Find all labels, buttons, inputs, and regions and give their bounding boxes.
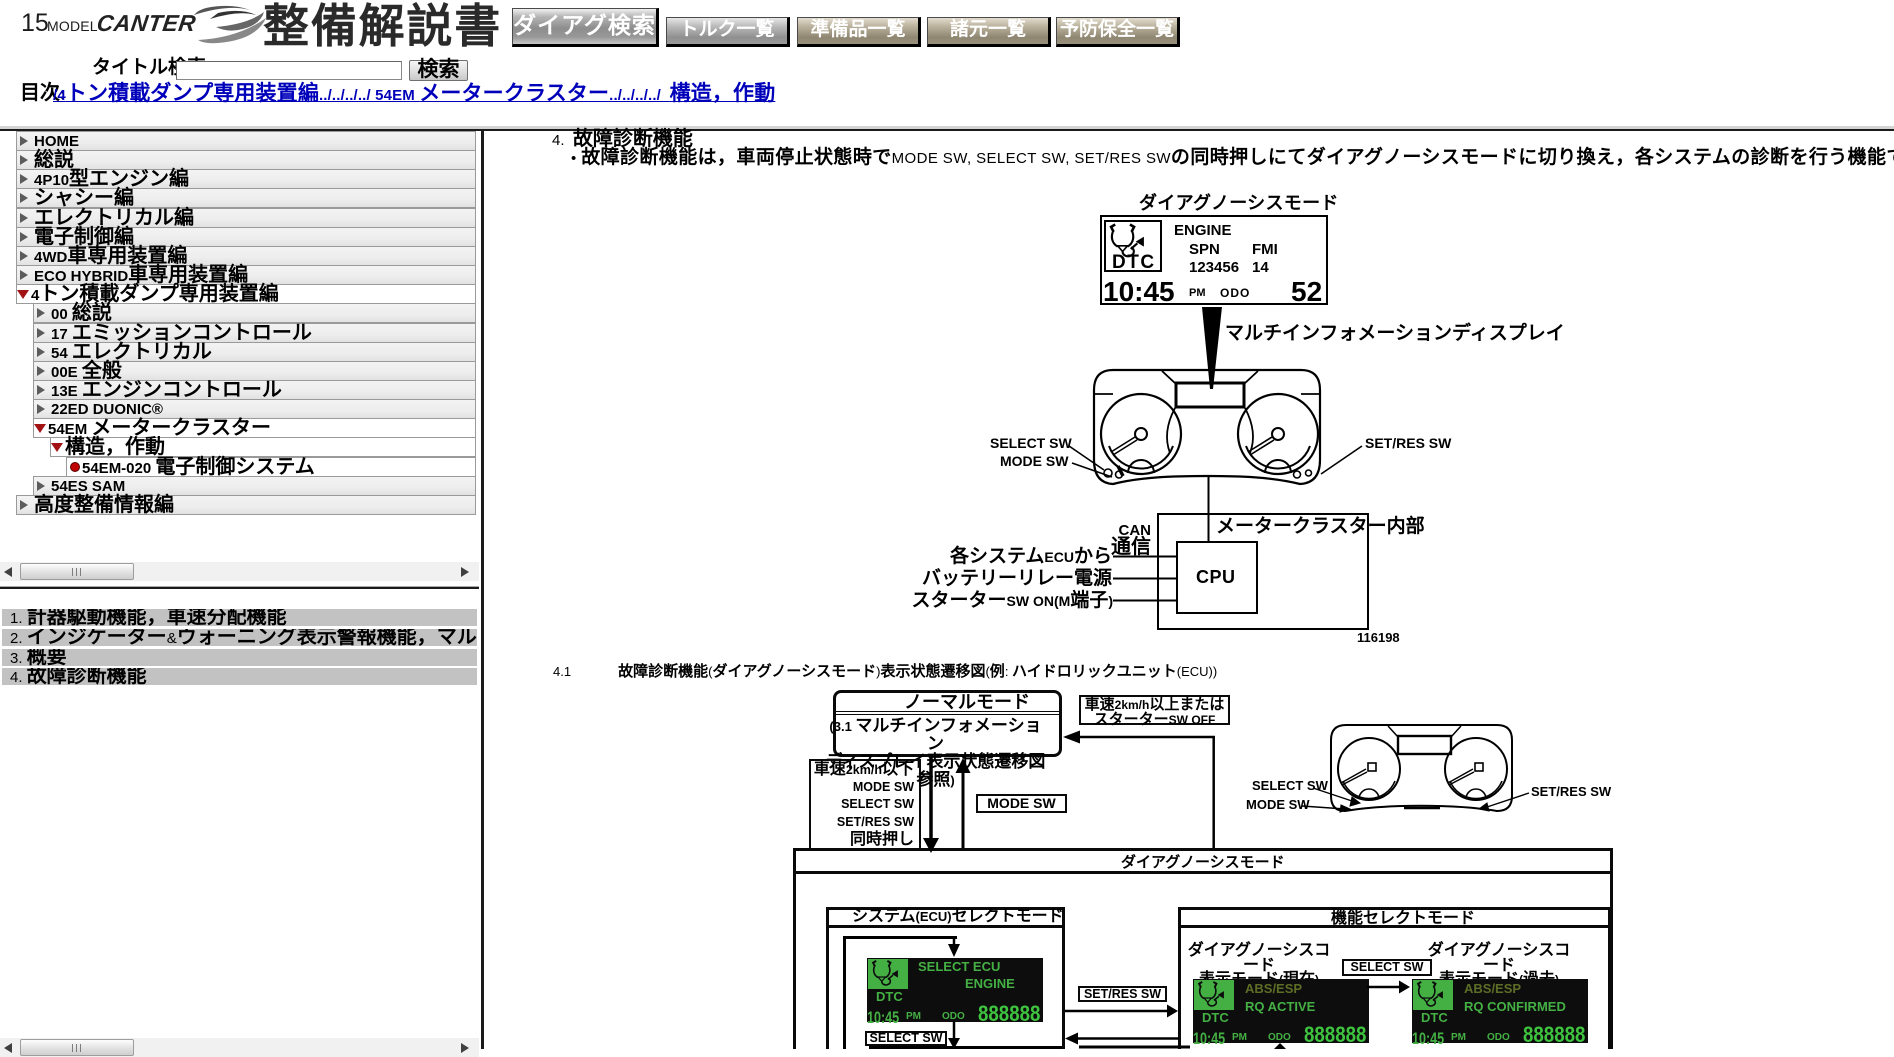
svg-text:CANTER: CANTER [98, 10, 198, 36]
